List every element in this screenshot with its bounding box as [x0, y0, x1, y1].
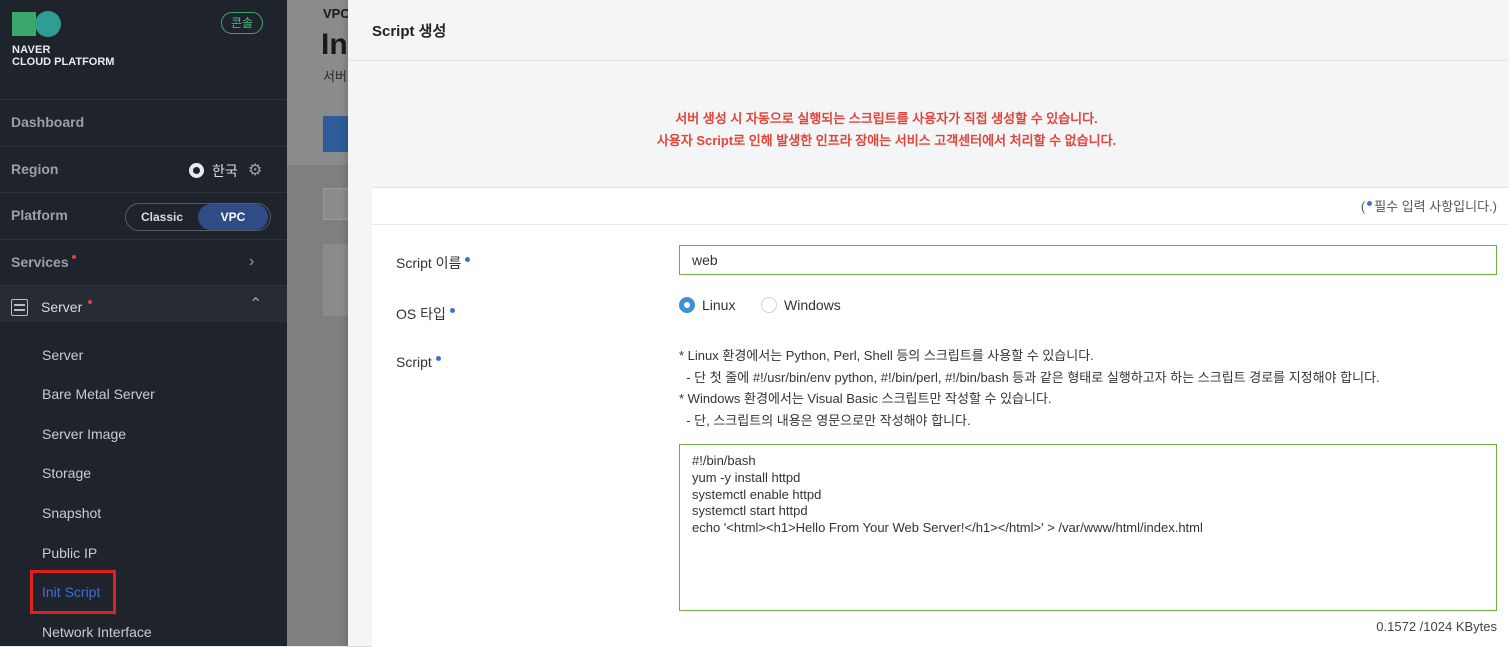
script-name-input[interactable]	[679, 245, 1497, 275]
logo-square-icon	[12, 12, 36, 36]
script-name-label: Script 이름	[396, 253, 471, 273]
korea-flag-icon	[189, 163, 204, 178]
script-size-note: 0.1572 /1024 KBytes	[1376, 619, 1497, 634]
os-type-label: OS 타입	[396, 304, 455, 324]
submenu-storage[interactable]: Storage	[42, 465, 91, 481]
platform-label: Platform	[11, 207, 68, 223]
platform-option-vpc[interactable]: VPC	[198, 204, 268, 230]
required-dot-icon	[435, 356, 441, 361]
required-dot-icon	[465, 257, 471, 262]
desc-line-3: * Windows 환경에서는 Visual Basic 스크립트만 작성할 수…	[679, 391, 1052, 406]
server-icon	[11, 299, 28, 316]
notice-line-2: 사용자 Script로 인해 발생한 인프라 장애는 서비스 고객센터에서 처리…	[656, 133, 1117, 148]
script-label: Script	[396, 354, 441, 370]
server-label: Server	[41, 299, 93, 315]
region-value[interactable]: 한국	[212, 161, 238, 181]
desc-line-4: - 단, 스크립트의 내용은 영문으로만 작성해야 합니다.	[679, 412, 971, 428]
platform-row: Platform Classic VPC	[0, 192, 287, 239]
region-label: Region	[11, 161, 59, 177]
submenu-public-ip[interactable]: Public IP	[42, 545, 97, 561]
radio-checked-icon	[679, 297, 695, 314]
region-row: Region 한국 ⚙	[0, 146, 287, 193]
background-breadcrumb: VPC	[323, 6, 350, 21]
sidebar: NAVER CLOUD PLATFORM 콘솔 Dashboard Region…	[0, 0, 287, 646]
sidebar-item-dashboard[interactable]: Dashboard	[0, 99, 287, 146]
modal-title: Script 생성	[372, 23, 447, 40]
naver-cloud-logo[interactable]: NAVER CLOUD PLATFORM	[12, 11, 114, 68]
logo-circle-icon	[35, 11, 61, 37]
logo-text-line1: NAVER	[12, 44, 51, 56]
script-create-modal: Script 생성 서버 생성 시 자동으로 실행되는 스크립트를 사용자가 직…	[348, 0, 1509, 647]
script-content-textarea[interactable]: #!/bin/bash yum -y install httpd systemc…	[679, 444, 1497, 611]
background-title: In	[321, 28, 348, 61]
notice-line-1: 서버 생성 시 자동으로 실행되는 스크립트를 사용자가 직접 생성할 수 있습…	[675, 111, 1098, 126]
init-script-highlight-box	[30, 570, 116, 614]
radio-unchecked-icon	[761, 297, 777, 314]
platform-option-classic[interactable]: Classic	[126, 204, 198, 230]
submenu-bare-metal-server[interactable]: Bare Metal Server	[42, 386, 155, 402]
submenu-snapshot[interactable]: Snapshot	[42, 505, 101, 521]
gear-icon[interactable]: ⚙	[248, 160, 262, 180]
background-subtitle: 서버	[323, 69, 347, 84]
form-panel: (필수 입력 사항입니다.) Script 이름 OS 타입 Linux Win…	[372, 187, 1509, 647]
sidebar-item-server[interactable]: Server ⌃	[0, 285, 287, 322]
os-radio-windows[interactable]: Windows	[761, 297, 841, 315]
script-description: * Linux 환경에서는 Python, Perl, Shell 등의 스크립…	[679, 345, 1380, 431]
dashboard-label: Dashboard	[11, 114, 85, 130]
submenu-server[interactable]: Server	[42, 347, 83, 363]
new-dot-icon	[71, 255, 76, 259]
modal-header: Script 생성	[348, 0, 1509, 61]
required-dot-icon	[1367, 201, 1373, 206]
desc-line-1: * Linux 환경에서는 Python, Perl, Shell 등의 스크립…	[679, 348, 1094, 363]
os-radio-linux[interactable]: Linux	[679, 297, 735, 315]
warning-notice: 서버 생성 시 자동으로 실행되는 스크립트를 사용자가 직접 생성할 수 있습…	[348, 108, 1425, 152]
sidebar-item-services[interactable]: Services ›	[0, 239, 287, 286]
chevron-right-icon: ›	[249, 253, 255, 270]
desc-line-2: - 단 첫 줄에 #!/usr/bin/env python, #!/bin/p…	[679, 369, 1380, 385]
console-badge[interactable]: 콘솔	[221, 12, 263, 34]
platform-toggle[interactable]: Classic VPC	[125, 203, 271, 231]
required-note: (필수 입력 사항입니다.)	[1360, 199, 1497, 214]
submenu-network-interface[interactable]: Network Interface	[42, 624, 152, 640]
chevron-up-icon: ⌃	[249, 296, 263, 313]
required-dot-icon	[449, 308, 455, 313]
new-dot-icon	[88, 300, 93, 304]
services-label: Services	[11, 254, 76, 270]
submenu-server-image[interactable]: Server Image	[42, 426, 126, 442]
divider	[372, 224, 1509, 225]
logo-text-line2: CLOUD PLATFORM	[12, 56, 115, 68]
